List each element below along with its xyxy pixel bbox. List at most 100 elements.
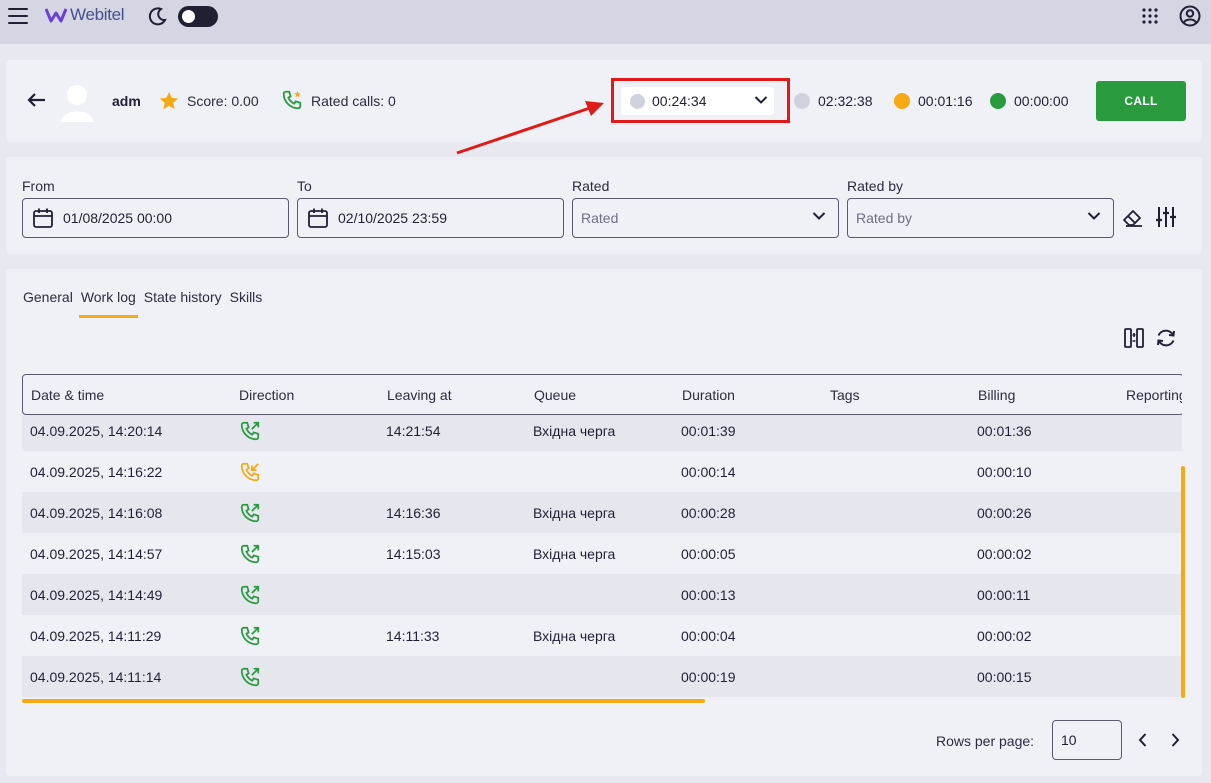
avatar	[61, 85, 93, 122]
table-row[interactable]: 04.09.2025, 14:16:22 00:00:14 00:00:10	[22, 451, 1182, 492]
status-select[interactable]: 00:24:34	[621, 87, 774, 115]
agent-panel: adm Score: 0.00 Rated calls: 0 00:24:34 …	[6, 60, 1202, 142]
moon-icon	[148, 7, 167, 26]
work-log-table: 04.09.2025, 14:20:14 14:21:54 Вхідна чер…	[22, 374, 1182, 707]
column-header[interactable]: Reporting	[1126, 387, 1182, 403]
direction-cell	[239, 543, 261, 568]
cell-duration: 00:00:05	[681, 546, 736, 562]
column-header[interactable]: Date & time	[31, 387, 104, 403]
cell-queue: Вхідна черга	[533, 423, 616, 439]
stat-offline-value: 02:32:38	[818, 93, 873, 109]
direction-cell	[239, 502, 261, 527]
table-header: Date & time Direction Leaving at Queue D…	[22, 374, 1182, 415]
next-page-icon[interactable]	[1168, 732, 1182, 748]
cell-datetime: 04.09.2025, 14:16:22	[30, 464, 163, 480]
outbound-call-icon	[240, 626, 260, 646]
column-header[interactable]: Tags	[830, 387, 860, 403]
cell-billing: 00:00:11	[977, 587, 1031, 603]
outbound-call-icon	[240, 421, 260, 441]
rated-by-label: Rated by	[847, 178, 904, 194]
prev-page-icon[interactable]	[1136, 732, 1150, 748]
table-row[interactable]: 04.09.2025, 14:16:08 14:16:36 Вхідна чер…	[22, 492, 1182, 533]
refresh-icon[interactable]	[1155, 327, 1177, 349]
outbound-call-icon	[240, 667, 260, 687]
outbound-call-icon	[240, 544, 260, 564]
cell-datetime: 04.09.2025, 14:16:08	[30, 505, 163, 521]
from-date-value: 01/08/2025 00:00	[63, 210, 172, 226]
cell-duration: 00:00:13	[681, 587, 736, 603]
calendar-icon	[308, 208, 328, 228]
rated-placeholder: Rated	[581, 210, 619, 226]
cell-leaving-at: 14:15:03	[386, 546, 441, 562]
tab-general[interactable]: General	[23, 289, 73, 316]
column-header[interactable]: Duration	[682, 387, 735, 403]
cell-billing: 00:00:02	[977, 628, 1032, 644]
chevron-down-icon	[812, 212, 826, 220]
to-label: To	[297, 178, 312, 194]
horizontal-scrollbar[interactable]	[22, 699, 705, 703]
direction-cell	[239, 666, 261, 691]
apps-grid-icon[interactable]	[1142, 8, 1158, 24]
rows-per-page-input[interactable]	[1052, 720, 1122, 760]
stat-break-value: 00:01:16	[918, 93, 973, 109]
column-settings-icon[interactable]	[1123, 327, 1145, 349]
menu-icon[interactable]	[8, 8, 28, 26]
theme-toggle[interactable]	[178, 6, 218, 27]
missed-call-icon	[240, 462, 260, 482]
column-header[interactable]: Leaving at	[387, 387, 452, 403]
rated-by-select[interactable]: Rated by	[847, 198, 1114, 238]
eraser-icon[interactable]	[1122, 208, 1144, 228]
cell-datetime: 04.09.2025, 14:14:49	[30, 587, 163, 603]
cell-leaving-at: 14:11:33	[386, 628, 440, 644]
status-dot	[630, 94, 645, 109]
to-date-field[interactable]: 02/10/2025 23:59	[297, 198, 564, 238]
table-row[interactable]: 04.09.2025, 14:14:49 00:00:13 00:00:11	[22, 574, 1182, 615]
tab-state-history[interactable]: State history	[144, 289, 222, 316]
call-button[interactable]: CALL	[1096, 81, 1186, 121]
cell-queue: Вхідна черга	[533, 628, 616, 644]
table-row[interactable]: 04.09.2025, 14:11:14 00:00:19 00:00:15	[22, 656, 1182, 697]
column-header[interactable]: Queue	[534, 387, 576, 403]
cell-duration: 00:00:04	[681, 628, 736, 644]
rated-by-placeholder: Rated by	[856, 210, 913, 226]
filter-panel: From 01/08/2025 00:00 To 02/10/2025 23:5…	[6, 157, 1202, 254]
star-icon	[159, 91, 179, 110]
status-timer: 00:24:34	[652, 93, 707, 109]
cell-leaving-at: 14:16:36	[386, 505, 441, 521]
column-header[interactable]: Direction	[239, 387, 294, 403]
tab-work-log[interactable]: Work log	[78, 289, 138, 318]
cell-billing: 00:00:15	[977, 669, 1032, 685]
vertical-scrollbar[interactable]	[1181, 466, 1185, 698]
cell-queue: Вхідна черга	[533, 546, 616, 562]
rated-label: Rated	[572, 178, 610, 194]
cell-duration: 00:00:14	[681, 464, 736, 480]
stat-break: 00:01:16	[894, 93, 973, 109]
back-arrow-icon[interactable]	[26, 92, 46, 108]
chevron-down-icon	[754, 96, 768, 104]
cell-queue: Вхідна черга	[533, 505, 616, 521]
brand-name: Webitel	[70, 5, 125, 24]
direction-cell	[239, 420, 261, 445]
filter-settings-icon[interactable]	[1155, 205, 1177, 229]
column-header[interactable]: Billing	[978, 387, 1015, 403]
cell-duration: 00:00:19	[681, 669, 736, 685]
table-row[interactable]: 04.09.2025, 14:11:29 14:11:33 Вхідна чер…	[22, 615, 1182, 656]
table-row[interactable]: 04.09.2025, 14:20:14 14:21:54 Вхідна чер…	[22, 410, 1182, 451]
direction-cell	[239, 584, 261, 609]
from-date-field[interactable]: 01/08/2025 00:00	[22, 198, 289, 238]
webitel-logo[interactable]: Webitel	[45, 5, 125, 25]
direction-cell	[239, 461, 261, 486]
profile-icon[interactable]	[1179, 5, 1201, 27]
rated-call-icon	[282, 90, 302, 110]
cell-billing: 00:01:36	[977, 423, 1032, 439]
cell-datetime: 04.09.2025, 14:11:14	[30, 669, 162, 685]
cell-datetime: 04.09.2025, 14:20:14	[30, 423, 163, 439]
from-label: From	[22, 178, 55, 194]
table-row[interactable]: 04.09.2025, 14:14:57 14:15:03 Вхідна чер…	[22, 533, 1182, 574]
rated-select[interactable]: Rated	[572, 198, 839, 238]
tab-skills[interactable]: Skills	[230, 289, 263, 316]
cell-datetime: 04.09.2025, 14:11:29	[30, 628, 162, 644]
status-dot	[894, 93, 910, 109]
outbound-call-icon	[240, 585, 260, 605]
rows-per-page-label: Rows per page:	[936, 733, 1035, 749]
